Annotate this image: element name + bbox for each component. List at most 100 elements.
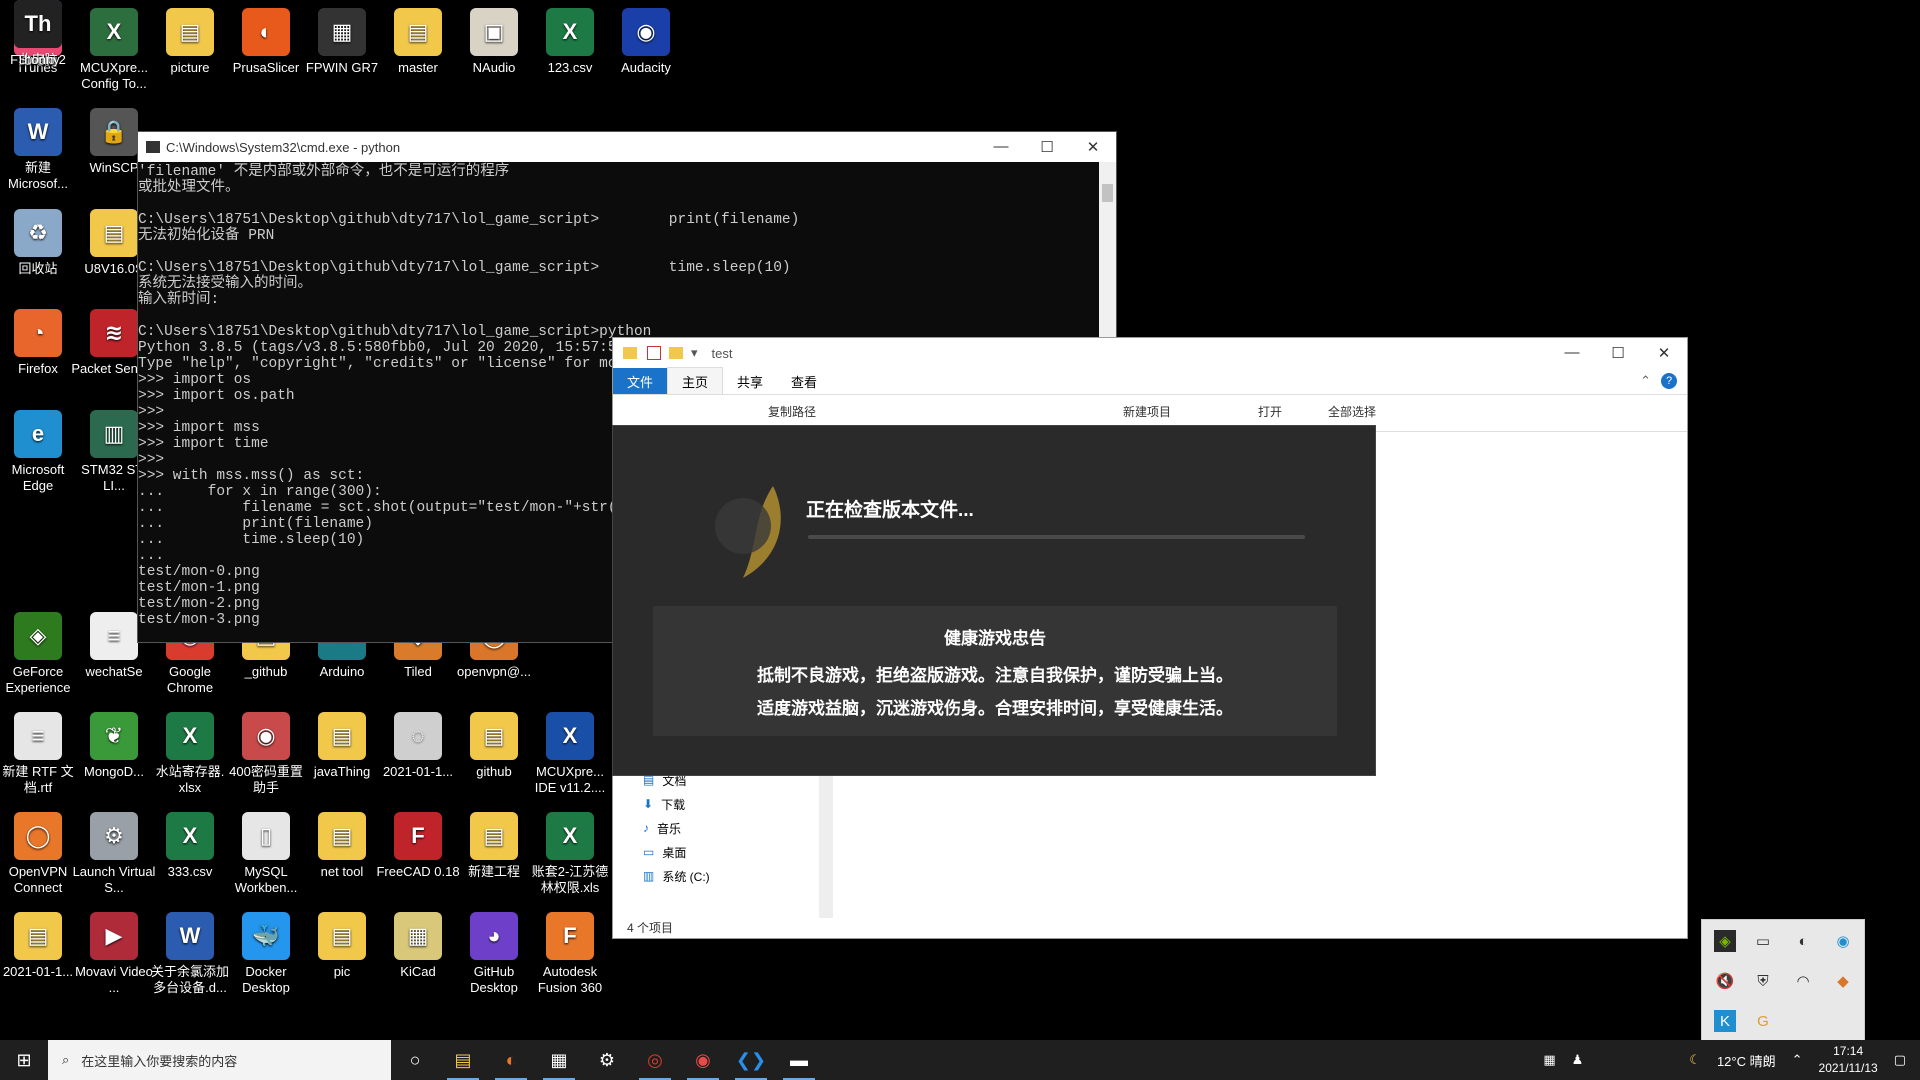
desktop-icon-label: MongoD... (84, 764, 144, 779)
mute-tray-icon[interactable]: 🔇 (1714, 970, 1736, 992)
nav-scrollbar[interactable] (819, 758, 833, 918)
desktop-icon[interactable]: ▤ 2021-01-1... (0, 912, 81, 980)
desktop-icon[interactable]: W 关于余氯添加 多台设备.d... (147, 912, 233, 996)
network-tray-icon[interactable]: ◠ (1792, 970, 1814, 992)
desktop-icon[interactable]: ▤ 新建工程 (451, 812, 537, 880)
desktop-icon[interactable]: ▦ KiCad (375, 912, 461, 980)
desktop-icon[interactable]: ▤ pic (299, 912, 385, 980)
vscode-taskbar-icon[interactable]: ❮❯ (727, 1040, 775, 1080)
desktop-icon[interactable]: 🐳 Docker Desktop (223, 912, 309, 996)
notification-icon[interactable]: ▢ (1894, 1052, 1906, 1068)
desktop-icon[interactable]: ◉ Audacity (603, 8, 689, 76)
nav-item-label: 桌面 (662, 845, 687, 860)
desktop-icon[interactable]: ◐ PrusaSlicer (223, 8, 309, 76)
status-bar-item-count: 4 个项目 (627, 921, 674, 935)
nav-item[interactable]: ▭ 桌面 (623, 840, 823, 864)
nav-item[interactable]: ▥ 系统 (C:) (623, 864, 823, 888)
new-folder-icon[interactable] (669, 347, 683, 359)
desktop-icon[interactable]: X 水站寄存器. xlsx (147, 712, 233, 796)
copy-path-button[interactable]: 复制路径 (768, 403, 816, 420)
tab-share[interactable]: 共享 (723, 368, 777, 395)
desktop-icon[interactable]: ♻ 回收站 (0, 209, 81, 277)
desktop-icon[interactable]: ▤ picture (147, 8, 233, 76)
desktop-icon[interactable]: X 账套2-江苏德 林权限.xls (527, 812, 613, 896)
close-button[interactable]: ✕ (1070, 138, 1116, 156)
minimize-button[interactable]: — (1549, 344, 1595, 362)
desktop-icon[interactable]: ▤ github (451, 712, 537, 780)
red-app-taskbar-icon[interactable]: ◉ (679, 1040, 727, 1080)
desktop-icon-label: 水站寄存器. xlsx (155, 764, 225, 795)
desktop-icon[interactable]: ▤ javaThing (299, 712, 385, 780)
select-all-button[interactable]: 全部选择 (1328, 403, 1376, 420)
desktop-icon[interactable]: ▶ Movavi Video ... (71, 912, 157, 996)
windows-start-icon[interactable]: ⊞ (0, 1040, 48, 1080)
desktop-icon[interactable]: ❦ MongoD... (71, 712, 157, 780)
settings-taskbar-icon[interactable]: ⚙ (583, 1040, 631, 1080)
desktop-icon[interactable]: ◕ GitHub Desktop (451, 912, 537, 996)
explorer-titlebar[interactable]: ▾ test — ☐ ✕ (613, 338, 1687, 368)
quick-access-check-icon[interactable] (647, 346, 661, 360)
desktop-icon[interactable]: F FreeCAD 0.18 (375, 812, 461, 880)
desktop-icon[interactable]: ◯ OpenVPN Connect (0, 812, 81, 896)
cmd-titlebar[interactable]: C:\Windows\System32\cmd.exe - python — ☐… (138, 132, 1116, 162)
nav-item-label: 系统 (C:) (662, 869, 710, 884)
taskbar-search-box[interactable]: ⌕ 在这里输入你要搜索的内容 (48, 1040, 391, 1080)
desktop-icon[interactable]: W 新建 Microsof... (0, 108, 81, 192)
desktop-icon[interactable]: X MCUXpre... Config To... (71, 8, 157, 92)
new-item-button[interactable]: 新建项目 (1123, 403, 1171, 420)
fox-tray-icon[interactable]: ◆ (1832, 970, 1854, 992)
desktop-icon[interactable]: X 123.csv (527, 8, 613, 76)
desktop-icon[interactable]: ⚙ Launch Virtual S... (71, 812, 157, 896)
scrollbar-thumb[interactable] (1102, 184, 1113, 202)
g-tray-icon[interactable]: G (1752, 1010, 1774, 1032)
keyboard-icon[interactable]: ▦ (1543, 1052, 1555, 1068)
desktop-icon[interactable]: ▤ master (375, 8, 461, 76)
ribbon-collapse-icon[interactable]: ⌃ (1640, 373, 1651, 389)
tab-home[interactable]: 主页 (667, 367, 724, 395)
desktop-icon-label: 新建 RTF 文 档.rtf (2, 764, 74, 795)
desktop-icon[interactable]: ▯ MySQL Workben... (223, 812, 309, 896)
maximize-button[interactable]: ☐ (1595, 344, 1641, 362)
weather-icon[interactable]: ☾ (1689, 1052, 1701, 1068)
tab-view[interactable]: 查看 (777, 368, 831, 395)
show-hidden-icons-chevron-icon[interactable]: ⌃ (1792, 1052, 1803, 1068)
desktop-icon[interactable]: Th Thonny (0, 0, 81, 68)
nav-item[interactable]: ⬇ 下载 (623, 792, 823, 816)
nvidia-tray-icon[interactable]: ◈ (1714, 930, 1736, 952)
headset-tray-icon[interactable]: ◐ (1792, 930, 1814, 952)
desktop-icon[interactable]: F Autodesk Fusion 360 (527, 912, 613, 996)
desktop-icon[interactable]: ▦ FPWIN GR7 (299, 8, 385, 76)
help-icon[interactable]: ? (1661, 373, 1677, 389)
tab-file[interactable]: 文件 (613, 367, 668, 395)
people-icon[interactable]: ♟ (1572, 1052, 1584, 1068)
desktop-icon[interactable]: ▤ net tool (299, 812, 385, 880)
desktop-icon[interactable]: e Microsoft Edge (0, 410, 81, 494)
open-button[interactable]: 打开 (1258, 403, 1282, 420)
desktop-icon[interactable]: ◌ 2021-01-1... (375, 712, 461, 780)
battery-tray-icon[interactable]: ▭ (1752, 930, 1774, 952)
taskbar-clock[interactable]: 17:14 2021/11/13 (1819, 1043, 1878, 1077)
chrome-taskbar-icon[interactable]: ◎ (631, 1040, 679, 1080)
desktop-icon[interactable]: ▣ NAudio (451, 8, 537, 76)
network-app-taskbar-icon[interactable]: ▦ (535, 1040, 583, 1080)
desktop-icon[interactable]: X 333.csv (147, 812, 233, 880)
mcuxpresso-icon: X (90, 8, 138, 56)
close-button[interactable]: ✕ (1641, 344, 1687, 362)
weather-text[interactable]: 12°C 晴朗 (1717, 1051, 1776, 1070)
edge-tray-icon[interactable]: ◉ (1832, 930, 1854, 952)
quick-access-dropdown-icon[interactable]: ▾ (691, 345, 698, 361)
file-explorer-taskbar-icon[interactable]: ▤ (439, 1040, 487, 1080)
desktop-icon[interactable]: ◈ GeForce Experience (0, 612, 81, 696)
desktop-icon[interactable]: ≡ 新建 RTF 文 档.rtf (0, 712, 81, 796)
minimize-button[interactable]: — (978, 138, 1024, 156)
maximize-button[interactable]: ☐ (1024, 138, 1070, 156)
security-tray-icon[interactable]: ⛨ (1752, 970, 1774, 992)
terminal-taskbar-icon[interactable]: ▬ (775, 1040, 823, 1080)
headset-app-taskbar-icon[interactable]: ◐ (487, 1040, 535, 1080)
task-view-icon[interactable]: ○ (391, 1040, 439, 1080)
desktop-icon[interactable]: X MCUXpre... IDE v11.2.... (527, 712, 613, 796)
desktop-icon[interactable]: ◉ 400密码重置 助手 (223, 712, 309, 796)
nav-item[interactable]: ♪ 音乐 (623, 816, 823, 840)
desktop-icon[interactable]: ◔ Firefox (0, 309, 81, 377)
k-tray-icon[interactable]: K (1714, 1010, 1736, 1032)
